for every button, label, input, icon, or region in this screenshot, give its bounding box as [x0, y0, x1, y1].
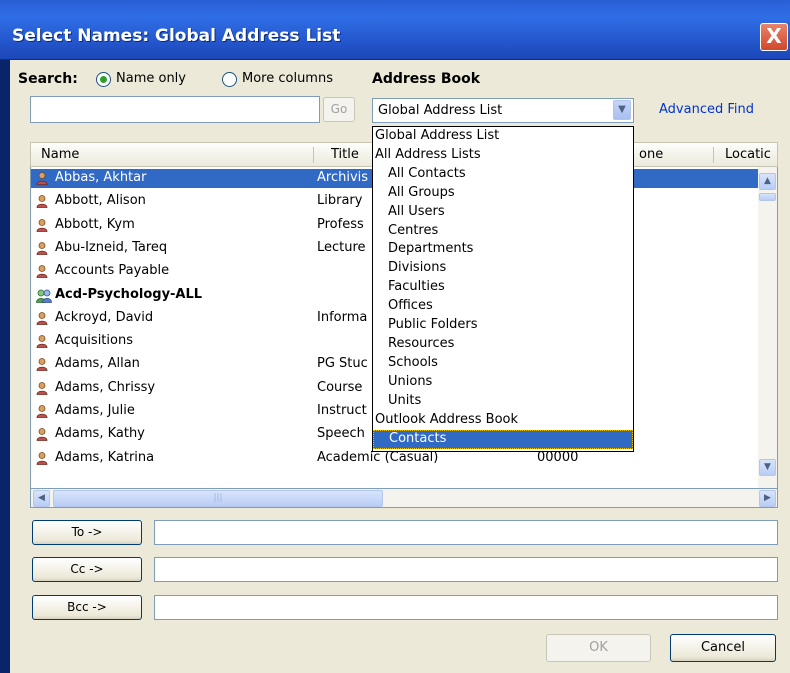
cancel-button[interactable]: Cancel — [670, 634, 776, 662]
column-separator[interactable] — [313, 147, 314, 163]
address-book-selected-value: Global Address List — [378, 103, 503, 118]
search-label: Search: — [18, 71, 78, 87]
person-icon — [36, 381, 48, 395]
row-name: Abbas, Akhtar — [55, 170, 147, 185]
dropdown-option[interactable]: Outlook Address Book — [373, 412, 633, 431]
dropdown-option[interactable]: Faculties — [373, 279, 633, 298]
to-field[interactable] — [154, 520, 778, 545]
row-name: Abbott, Alison — [55, 193, 146, 209]
scroll-left-icon[interactable]: ◀ — [33, 490, 50, 507]
dropdown-option[interactable]: Divisions — [373, 260, 633, 279]
dropdown-option[interactable]: Departments — [373, 241, 633, 260]
row-name: Adams, Julie — [55, 403, 135, 418]
title-bar[interactable]: Select Names: Global Address List X — [0, 0, 790, 60]
row-name: Abbott, Kym — [55, 216, 135, 232]
dropdown-option[interactable]: All Contacts — [373, 166, 633, 185]
row-name: Adams, Allan — [55, 356, 140, 372]
cc-button[interactable]: Cc -> — [32, 557, 142, 582]
dropdown-option[interactable]: All Groups — [373, 185, 633, 204]
column-business-phone[interactable]: one — [639, 147, 663, 162]
person-icon — [36, 311, 48, 325]
cc-field[interactable] — [154, 557, 778, 582]
close-icon[interactable]: X — [760, 23, 788, 51]
person-icon — [36, 195, 48, 209]
column-location[interactable]: Locatic — [725, 147, 771, 162]
row-title: Informa — [317, 309, 368, 325]
row-title: Speech — [317, 426, 365, 442]
row-name: Adams, Chrissy — [55, 379, 156, 395]
row-title: Archivis — [317, 170, 369, 185]
row-title: Library — [317, 193, 363, 209]
dropdown-option[interactable]: Offices — [373, 298, 633, 317]
dropdown-option[interactable]: Unions — [373, 374, 633, 393]
chevron-down-icon[interactable]: ▼ — [613, 100, 631, 120]
dropdown-option[interactable]: Centres — [373, 223, 633, 242]
radio-name-only[interactable] — [96, 72, 111, 87]
radio-more-columns-label[interactable]: More columns — [242, 71, 333, 86]
dropdown-option[interactable]: Resources — [373, 336, 633, 355]
row-name: Abu-Izneid, Tareq — [55, 239, 168, 255]
row-name: Acd-Psychology-ALL — [55, 286, 203, 302]
column-title[interactable]: Title — [331, 147, 359, 162]
dropdown-option[interactable]: Global Address List — [373, 128, 633, 147]
row-name: Adams, Kathy — [55, 426, 145, 442]
ok-button[interactable]: OK — [546, 634, 651, 662]
address-book-select[interactable]: Global Address List ▼ — [372, 98, 634, 123]
select-names-dialog: Select Names: Global Address List X Sear… — [0, 0, 790, 673]
row-title: Instruct — [317, 403, 367, 418]
window-title: Select Names: Global Address List — [12, 26, 341, 46]
scroll-up-icon[interactable]: ▲ — [759, 173, 776, 190]
bcc-button[interactable]: Bcc -> — [32, 595, 142, 620]
scroll-right-icon[interactable]: ▶ — [759, 490, 776, 507]
to-button[interactable]: To -> — [32, 520, 142, 545]
advanced-find-link[interactable]: Advanced Find — [659, 102, 754, 117]
row-title: Profess — [317, 216, 364, 232]
dropdown-option[interactable]: Units — [373, 393, 633, 412]
scroll-down-icon[interactable]: ▼ — [759, 459, 776, 476]
row-name: Ackroyd, David — [55, 309, 154, 325]
dropdown-option[interactable]: Contacts — [373, 430, 633, 450]
radio-name-only-label[interactable]: Name only — [116, 71, 186, 86]
dialog-body: Search: Name only More columns Address B… — [10, 60, 790, 673]
dropdown-option[interactable]: All Users — [373, 204, 633, 223]
search-input[interactable] — [30, 96, 320, 123]
horizontal-scrollbar[interactable]: ◀ ||| ▶ — [30, 489, 778, 508]
group-icon — [36, 289, 52, 303]
person-icon — [36, 241, 48, 255]
person-icon — [36, 265, 48, 279]
row-name: Acquisitions — [55, 333, 133, 349]
address-book-label: Address Book — [372, 71, 481, 87]
radio-more-columns[interactable] — [222, 72, 237, 87]
dropdown-option[interactable]: Public Folders — [373, 317, 633, 336]
row-title: Course — [317, 379, 363, 395]
go-button[interactable]: Go — [323, 97, 355, 122]
row-name: Accounts Payable — [55, 263, 170, 279]
person-icon — [36, 172, 48, 185]
row-name: Adams, Katrina — [55, 449, 155, 465]
dropdown-option[interactable]: Schools — [373, 355, 633, 374]
horizontal-scroll-thumb[interactable]: ||| — [53, 490, 383, 507]
column-name[interactable]: Name — [41, 147, 79, 162]
column-separator[interactable] — [713, 147, 714, 163]
scroll-thumb[interactable] — [759, 193, 776, 201]
address-book-dropdown[interactable]: Global Address List All Address Lists All … — [372, 126, 634, 452]
row-title: PG Stuc — [317, 356, 368, 372]
person-icon — [36, 335, 48, 348]
person-icon — [36, 358, 48, 372]
vertical-scrollbar[interactable]: ▲ ▼ — [758, 167, 777, 488]
person-icon — [36, 451, 48, 465]
person-icon — [36, 405, 48, 418]
person-icon — [36, 218, 48, 232]
bcc-field[interactable] — [154, 595, 778, 620]
dropdown-option[interactable]: All Address Lists — [373, 147, 633, 166]
person-icon — [36, 428, 48, 442]
row-title: Lecture — [317, 239, 366, 255]
